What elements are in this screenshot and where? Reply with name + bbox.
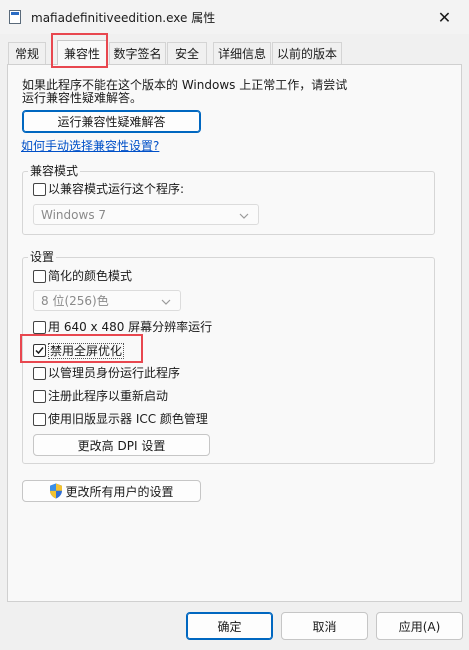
ok-label: 确定 <box>217 619 242 634</box>
chevron-down-icon <box>161 299 171 305</box>
cancel-label: 取消 <box>312 619 337 634</box>
change-dpi-button[interactable]: 更改高 DPI 设置 <box>33 434 210 456</box>
apply-button[interactable]: 应用(A) <box>376 612 463 640</box>
change-all-users-label: 更改所有用户的设置 <box>65 484 174 499</box>
register-restart-label: 注册此程序以重新启动 <box>48 389 169 403</box>
change-all-users-button[interactable]: 更改所有用户的设置 <box>22 480 201 502</box>
compat-mode-checkbox[interactable] <box>33 183 46 196</box>
tab-general[interactable]: 常规 <box>8 42 46 64</box>
reduced-color-checkbox[interactable] <box>33 270 46 283</box>
close-icon[interactable]: ✕ <box>420 0 469 34</box>
ok-button[interactable]: 确定 <box>186 612 273 640</box>
chevron-down-icon <box>239 213 249 219</box>
legacy-icc-checkbox[interactable] <box>33 413 46 426</box>
apply-label: 应用(A) <box>398 619 441 634</box>
intro-line-2: 运行兼容性疑难解答。 <box>22 91 143 105</box>
title-bar: mafiadefinitiveedition.exe 属性 ✕ <box>0 0 469 34</box>
register-restart-checkbox[interactable] <box>33 390 46 403</box>
compat-mode-group-label: 兼容模式 <box>28 164 81 178</box>
window-title: mafiadefinitiveedition.exe 属性 <box>31 11 216 25</box>
exe-file-icon <box>9 10 21 24</box>
uac-shield-icon <box>50 483 63 499</box>
fullscreen-highlight-annotation <box>20 334 143 363</box>
legacy-icc-label: 使用旧版显示器 ICC 颜色管理 <box>48 412 208 426</box>
run-as-admin-checkbox[interactable] <box>33 367 46 380</box>
color-depth-select[interactable]: 8 位(256)色 <box>33 290 181 311</box>
run-as-admin-label: 以管理员身份运行此程序 <box>48 366 181 380</box>
manual-compat-link[interactable]: 如何手动选择兼容性设置? <box>21 139 159 154</box>
reduced-color-label: 简化的颜色模式 <box>48 269 133 283</box>
tab-previous-versions[interactable]: 以前的版本 <box>272 42 342 64</box>
tab-details[interactable]: 详细信息 <box>213 42 271 64</box>
tab-security[interactable]: 安全 <box>167 42 207 64</box>
color-depth-value: 8 位(256)色 <box>41 294 109 308</box>
run-troubleshooter-button[interactable]: 运行兼容性疑难解答 <box>22 110 201 133</box>
settings-group-label: 设置 <box>28 250 57 264</box>
compat-os-select[interactable]: Windows 7 <box>33 204 259 225</box>
res-640-label: 用 640 x 480 屏幕分辨率运行 <box>48 320 213 334</box>
compat-mode-label: 以兼容模式运行这个程序: <box>48 182 185 196</box>
tab-highlight-annotation <box>51 33 108 68</box>
compat-os-value: Windows 7 <box>41 207 107 222</box>
tab-digital-signatures[interactable]: 数字签名 <box>109 42 166 64</box>
change-dpi-label: 更改高 DPI 设置 <box>77 438 166 453</box>
res-640-checkbox[interactable] <box>33 321 46 334</box>
cancel-button[interactable]: 取消 <box>281 612 368 640</box>
compat-mode-group <box>22 171 435 235</box>
run-troubleshooter-label: 运行兼容性疑难解答 <box>57 115 166 129</box>
